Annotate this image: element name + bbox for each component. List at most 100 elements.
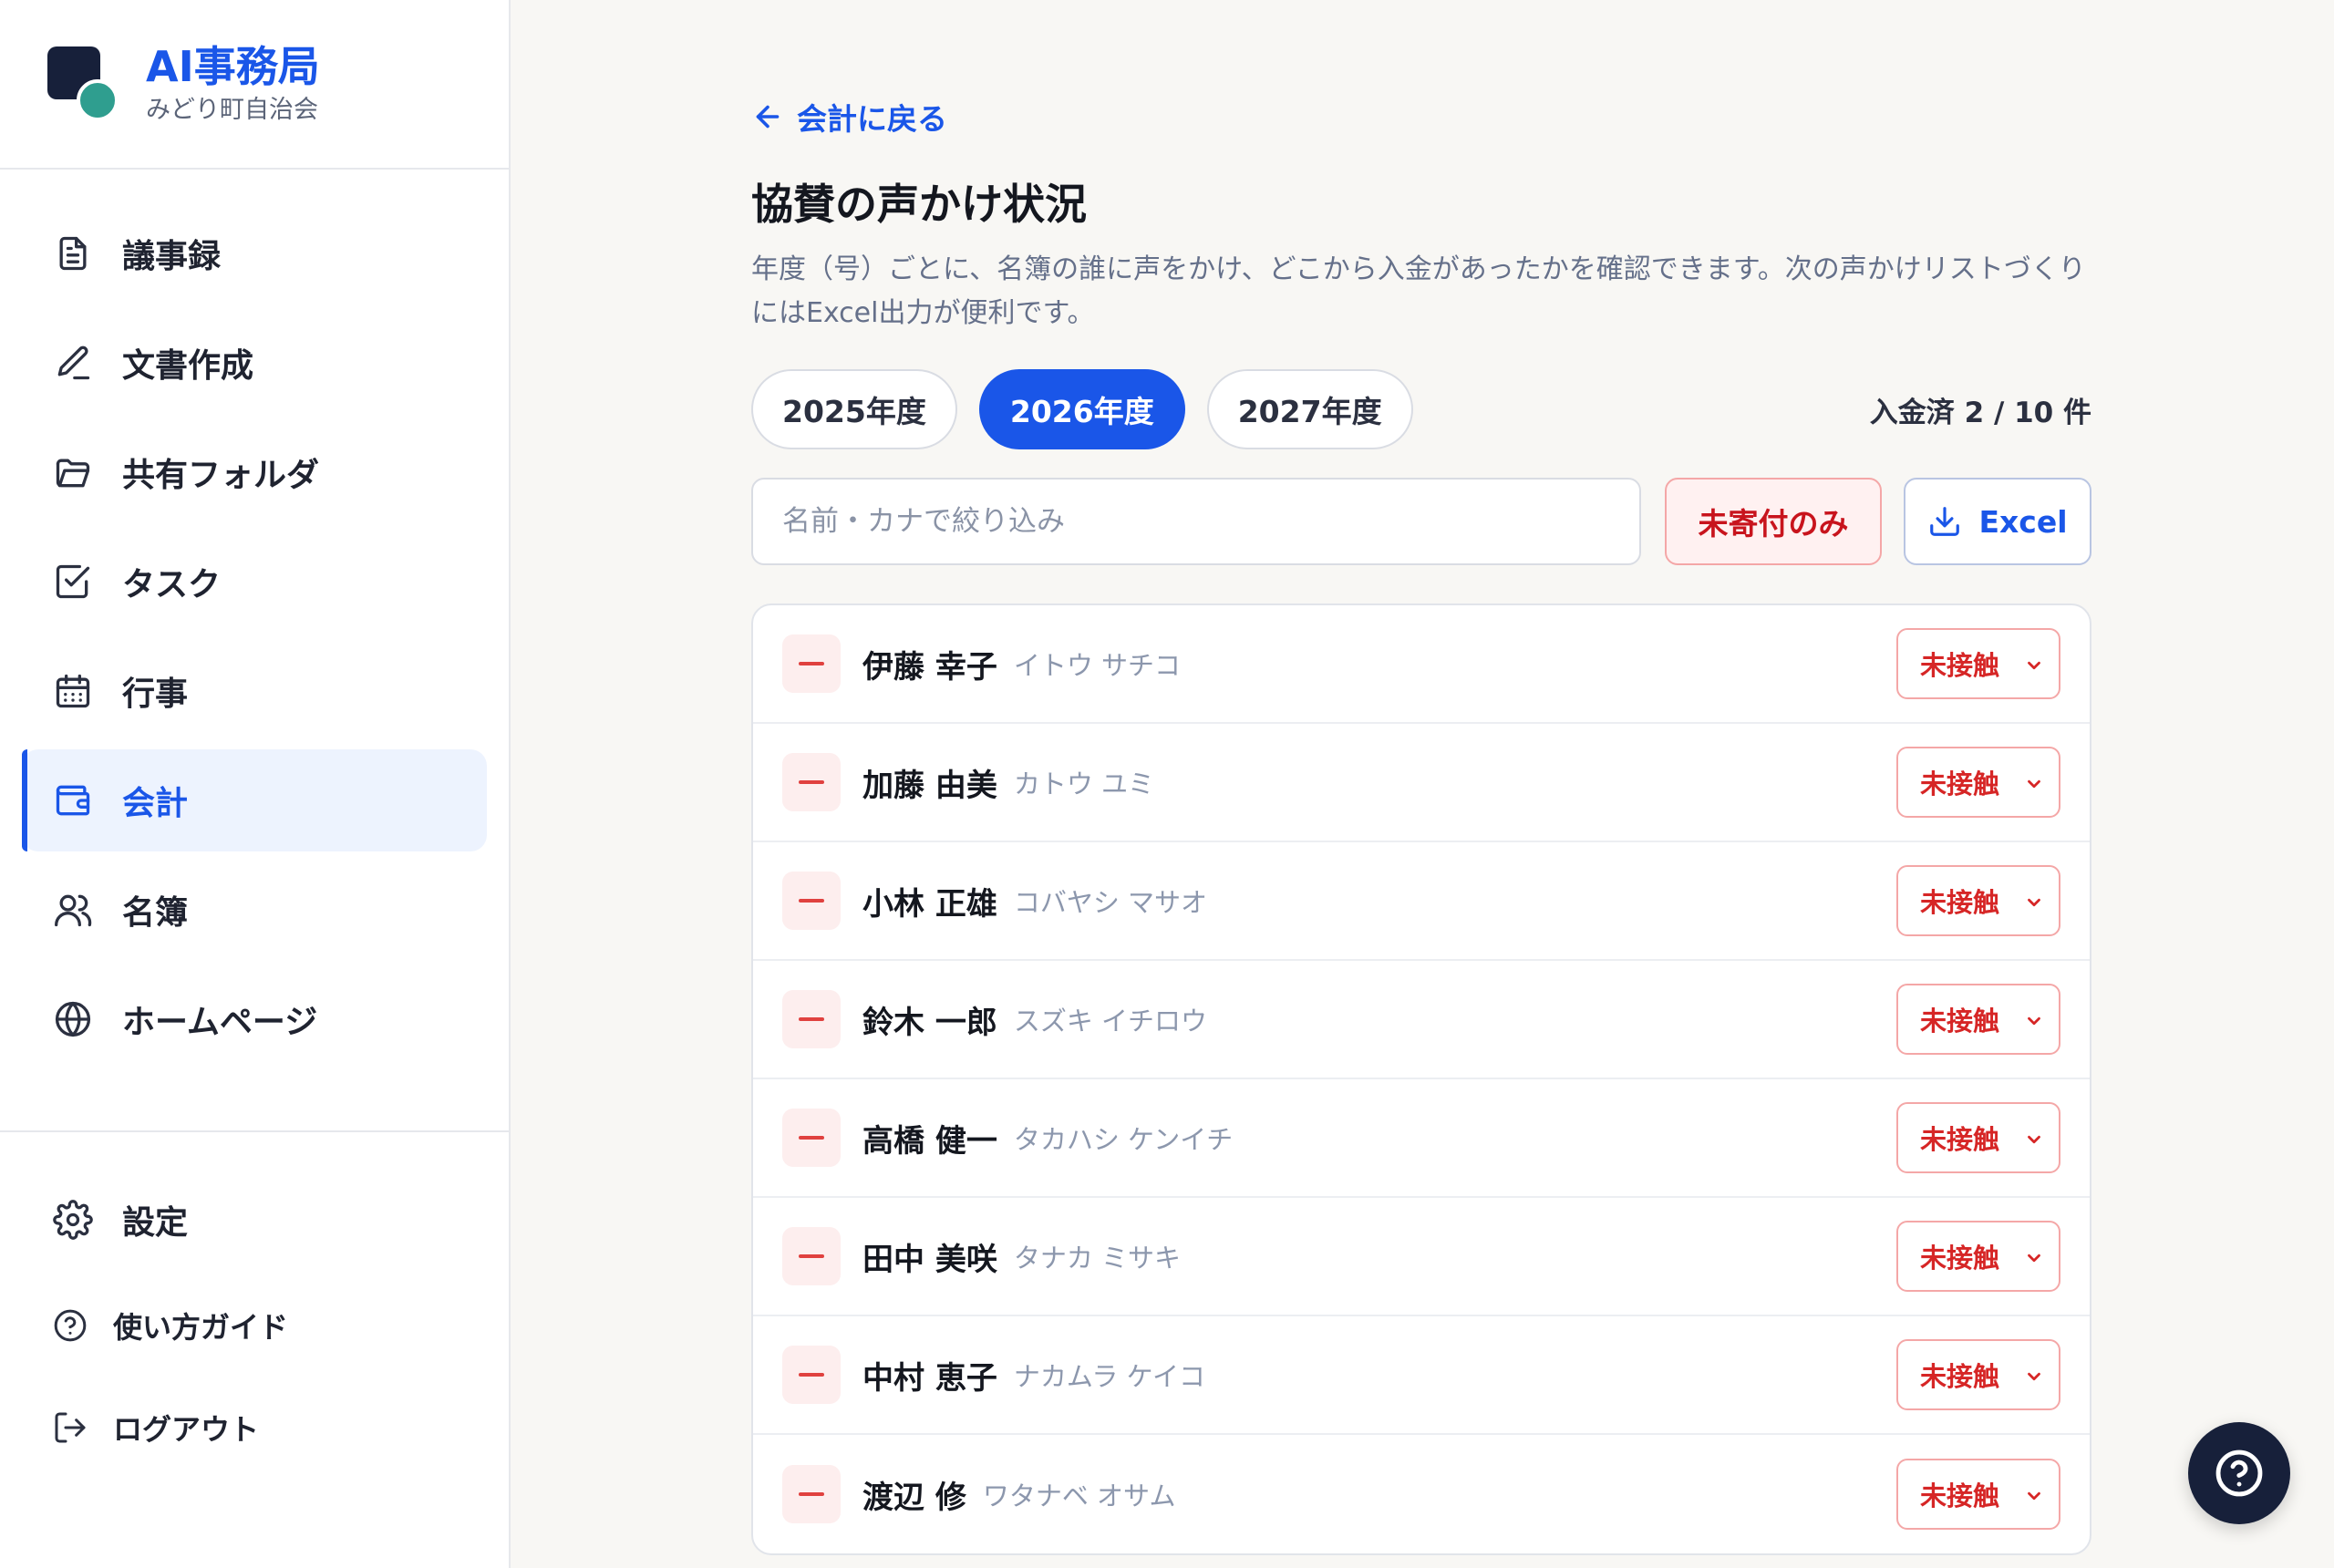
filter-bar: 未寄付のみ Excel (751, 478, 2091, 565)
sidebar-item-label: 使い方ガイド (113, 1310, 289, 1345)
status-select[interactable]: 未接触 (1896, 1221, 2060, 1292)
calendar-icon (51, 669, 95, 713)
logout-icon (51, 1408, 89, 1447)
member-kana: カトウ ユミ (1013, 769, 1155, 799)
sidebar-item-label: タスク (122, 566, 222, 603)
sidebar-item-logout[interactable]: ログアウト (22, 1380, 487, 1475)
sidebar-item-documents[interactable]: 文書作成 (22, 312, 487, 414)
sidebar-item-label: 文書作成 (122, 347, 254, 385)
chevron-down-icon (2028, 898, 2040, 907)
app-root: AI事務局 みどり町自治会 議事録 文書作成 共有フォルダ タスク 行事 会計 … (0, 0, 2334, 1568)
member-kana: タカハシ ケンイチ (1013, 1124, 1234, 1155)
sidebar-item-guide[interactable]: 使い方ガイド (22, 1278, 487, 1373)
chevron-down-icon (2028, 779, 2040, 789)
list-item: 田中 美咲 タナカ ミサキ 未接触 (753, 1198, 2090, 1316)
minus-icon (799, 1254, 824, 1258)
member-name: 加藤 由美 (862, 767, 997, 804)
list-item: 渡辺 修 ワタナベ オサム 未接触 (753, 1435, 2090, 1553)
status-select[interactable]: 未接触 (1896, 1339, 2060, 1410)
excel-export-button[interactable]: Excel (1904, 478, 2091, 565)
unpaid-only-button[interactable]: 未寄付のみ (1665, 478, 1882, 565)
sidebar-item-label: 共有フォルダ (122, 457, 320, 494)
year-tab-2027[interactable]: 2027年度 (1206, 369, 1413, 449)
status-select[interactable]: 未接触 (1896, 747, 2060, 818)
pen-icon (51, 341, 95, 385)
page-description: 年度（号）ごとに、名簿の誰に声をかけ、どこから入金があったかを確認できます。次の… (751, 253, 2086, 329)
member-name: 小林 正雄 (862, 885, 997, 923)
member-kana: イトウ サチコ (1013, 650, 1182, 681)
remove-button[interactable] (782, 1227, 841, 1285)
list-item: 伊藤 幸子 イトウ サチコ 未接触 (753, 605, 2090, 724)
remove-button[interactable] (782, 990, 841, 1048)
remove-button[interactable] (782, 634, 841, 693)
member-kana: スズキ イチロウ (1013, 1006, 1208, 1037)
list-item: 小林 正雄 コバヤシ マサオ 未接触 (753, 842, 2090, 961)
help-circle-icon (51, 1306, 89, 1345)
list-item: 鈴木 一郎 スズキ イチロウ 未接触 (753, 961, 2090, 1079)
sidebar-item-tasks[interactable]: タスク (22, 531, 487, 633)
sidebar-item-events[interactable]: 行事 (22, 640, 487, 742)
wallet-icon (51, 779, 95, 822)
gear-icon (51, 1198, 95, 1242)
download-icon (1927, 504, 1962, 539)
member-kana: コバヤシ マサオ (1013, 887, 1208, 918)
minus-icon (799, 899, 824, 903)
chevron-down-icon (2028, 1253, 2040, 1263)
paid-count: 入金済 2 / 10 件 (1869, 396, 2091, 429)
sidebar-item-label: 行事 (122, 676, 189, 713)
year-selector: 2025年度 2026年度 2027年度 入金済 2 / 10 件 (751, 368, 2091, 450)
sidebar-nav: 議事録 文書作成 共有フォルダ タスク 行事 会計 名簿 ホームページ 設定 使… (0, 170, 509, 1475)
sidebar-item-settings[interactable]: 設定 (22, 1169, 487, 1271)
member-name: 田中 美咲 (862, 1241, 997, 1278)
minus-icon (799, 1373, 824, 1377)
member-kana: ワタナベ オサム (982, 1480, 1176, 1511)
remove-button[interactable] (782, 753, 841, 811)
brand-logo (47, 46, 120, 121)
list-item: 加藤 由美 カトウ ユミ 未接触 (753, 724, 2090, 842)
status-select[interactable]: 未接触 (1896, 628, 2060, 699)
sidebar-item-homepage[interactable]: ホームページ (22, 968, 487, 1070)
document-icon (51, 232, 95, 275)
status-select[interactable]: 未接触 (1896, 1102, 2060, 1173)
page-title: 協賛の声かけ状況 (751, 180, 1087, 229)
sidebar-item-minutes[interactable]: 議事録 (22, 202, 487, 304)
member-name: 鈴木 一郎 (862, 1004, 997, 1041)
back-to-accounting-link[interactable]: 会計に戻る (751, 95, 947, 139)
chevron-down-icon (2028, 1372, 2040, 1381)
year-tab-2025[interactable]: 2025年度 (751, 369, 957, 449)
back-link-label: 会計に戻る (797, 101, 947, 137)
minus-icon (799, 1492, 824, 1496)
minus-icon (799, 662, 824, 665)
sidebar-item-label: 議事録 (122, 238, 222, 275)
remove-button[interactable] (782, 1109, 841, 1167)
help-button[interactable] (2188, 1422, 2290, 1524)
member-name: 伊藤 幸子 (862, 648, 997, 686)
chevron-down-icon (2028, 1016, 2040, 1026)
sidebar-item-accounting[interactable]: 会計 (22, 749, 487, 851)
chevron-down-icon (2028, 1491, 2040, 1501)
remove-button[interactable] (782, 1465, 841, 1523)
sidebar-item-label: ホームページ (122, 1004, 318, 1041)
sidebar-item-label: 会計 (122, 785, 189, 822)
sidebar-item-roster[interactable]: 名簿 (22, 859, 487, 961)
name-filter-input[interactable] (751, 478, 1641, 565)
status-select[interactable]: 未接触 (1896, 984, 2060, 1055)
arrow-left-icon (751, 100, 784, 133)
minus-icon (799, 1136, 824, 1140)
sidebar-item-shared-folder[interactable]: 共有フォルダ (22, 421, 487, 523)
remove-button[interactable] (782, 1346, 841, 1404)
remove-button[interactable] (782, 872, 841, 930)
excel-button-label: Excel (1978, 503, 2068, 540)
member-name: 高橋 健一 (862, 1122, 997, 1160)
main-content: 会計に戻る 協賛の声かけ状況 年度（号）ごとに、名簿の誰に声をかけ、どこから入金… (511, 0, 2334, 1568)
status-select[interactable]: 未接触 (1896, 865, 2060, 936)
minus-icon (799, 1017, 824, 1021)
brand-title: AI事務局 (146, 42, 320, 91)
globe-icon (51, 997, 95, 1041)
checkbox-icon (51, 560, 95, 603)
sponsor-list: 伊藤 幸子 イトウ サチコ 未接触 加藤 由美 カトウ ユミ 未接触 小林 正雄… (751, 603, 2091, 1555)
year-tab-2026[interactable]: 2026年度 (978, 369, 1185, 449)
list-item: 中村 恵子 ナカムラ ケイコ 未接触 (753, 1316, 2090, 1435)
status-select[interactable]: 未接触 (1896, 1459, 2060, 1530)
member-kana: タナカ ミサキ (1013, 1243, 1182, 1274)
